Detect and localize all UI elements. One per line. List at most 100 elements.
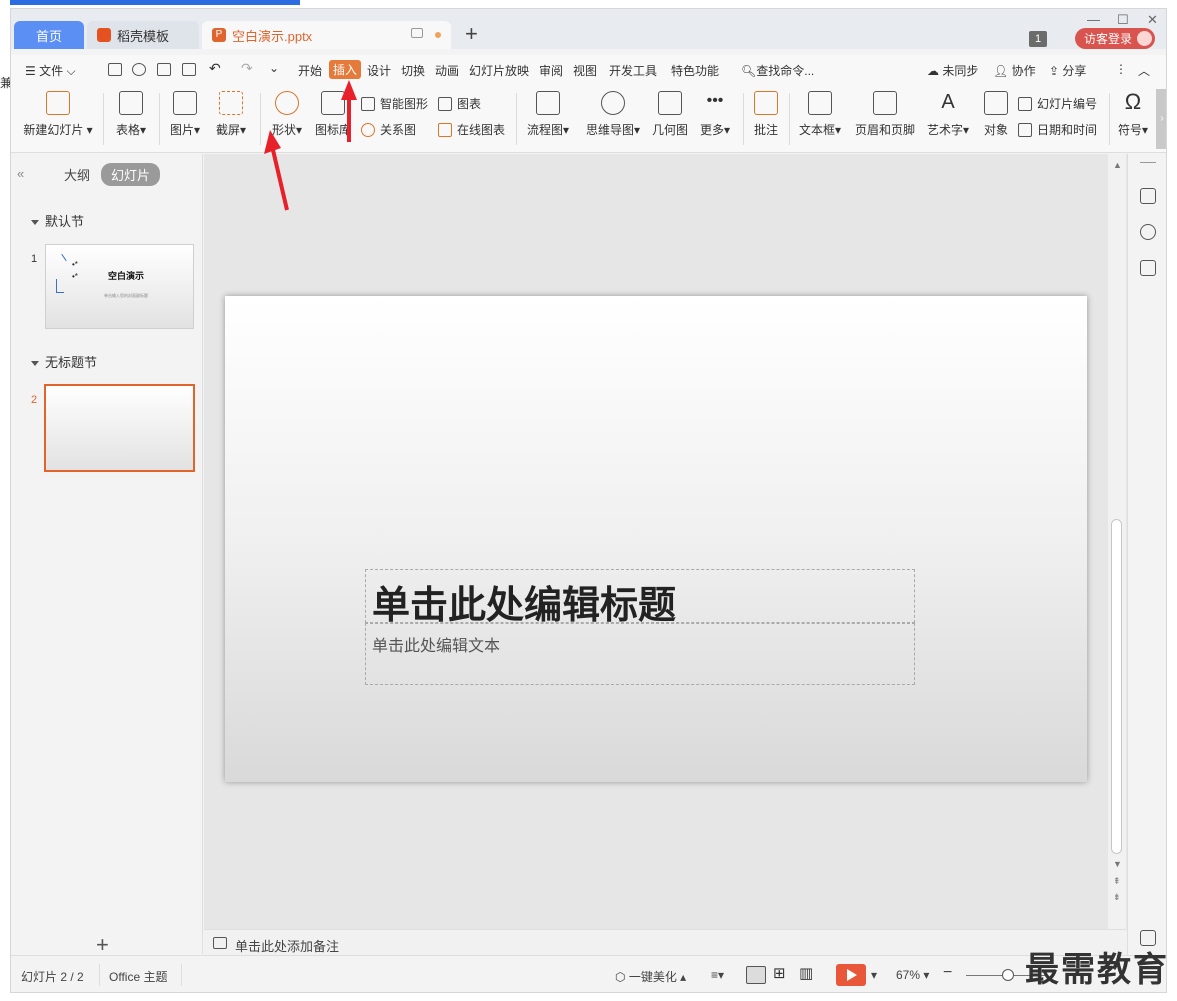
tab-document[interactable]: P 空白演示.pptx bbox=[202, 21, 451, 49]
scroll-down-icon[interactable]: ▼ bbox=[1113, 859, 1122, 869]
visitor-login-button[interactable]: 访客登录 bbox=[1075, 28, 1155, 49]
file-menu[interactable]: ☰ 文件 ⌵ bbox=[25, 62, 76, 79]
beautify-button[interactable]: ⬡ 一键美化 ▴ bbox=[615, 968, 686, 985]
menu-view[interactable]: 视图 bbox=[573, 62, 597, 79]
monitor-icon[interactable] bbox=[411, 28, 423, 38]
more-options-icon[interactable]: ⋮ bbox=[1115, 62, 1127, 76]
previous-slide-icon[interactable]: ⇞ bbox=[1113, 876, 1121, 887]
comment-button[interactable]: 批注 bbox=[751, 91, 781, 138]
picture-button[interactable]: 图片▾ bbox=[167, 91, 203, 138]
slide-thumbnail-2[interactable] bbox=[44, 384, 195, 472]
collapse-ribbon-icon[interactable]: ︿ bbox=[1138, 62, 1150, 79]
menu-review[interactable]: 审阅 bbox=[539, 62, 563, 79]
print-preview-icon[interactable] bbox=[182, 63, 196, 76]
relation-chart-button[interactable]: 关系图 bbox=[361, 121, 416, 138]
more-button[interactable]: ••• 更多▾ bbox=[697, 91, 733, 138]
zoom-slider-knob[interactable] bbox=[1002, 969, 1014, 981]
search-command[interactable]: 🔍︎查找命令... bbox=[741, 62, 814, 79]
scrollbar-thumb[interactable] bbox=[1111, 519, 1122, 854]
mind-map-label: 思维导图 bbox=[585, 123, 634, 137]
save-icon[interactable] bbox=[108, 63, 122, 76]
title-placeholder[interactable]: 单击此处编辑标题 bbox=[365, 569, 915, 627]
collapse-pane-icon[interactable]: « bbox=[17, 166, 24, 181]
menu-transition[interactable]: 切换 bbox=[401, 62, 425, 79]
maximize-icon[interactable]: ☐ bbox=[1117, 12, 1129, 28]
collaborate-button[interactable]: 👤︎ 协作 bbox=[993, 62, 1036, 79]
comment-icon bbox=[754, 91, 778, 115]
tab-slides[interactable]: 幻灯片 bbox=[101, 163, 161, 186]
section-untitled[interactable]: 无标题节 bbox=[31, 352, 97, 371]
theme-name[interactable]: Office 主题 bbox=[109, 968, 167, 985]
screenshot-button[interactable]: 截屏▾ bbox=[211, 91, 251, 138]
magic-star-icon[interactable] bbox=[1140, 224, 1156, 240]
thumb-line-decoration bbox=[61, 253, 67, 262]
notes-bar[interactable]: 单击此处添加备注 bbox=[204, 929, 1127, 955]
menu-animation[interactable]: 动画 bbox=[435, 62, 459, 79]
table-button[interactable]: 表格▾ bbox=[111, 91, 151, 138]
print-icon[interactable] bbox=[157, 63, 171, 76]
slide-sorter-icon[interactable]: ⊞ bbox=[773, 964, 793, 982]
settings-sliders-icon[interactable] bbox=[1140, 188, 1156, 204]
replace-icon[interactable] bbox=[1140, 260, 1156, 276]
smart-graphic-button[interactable]: 智能图形 bbox=[361, 95, 428, 112]
share-button[interactable]: ⇪ 分享 bbox=[1049, 62, 1086, 79]
object-icon bbox=[984, 91, 1008, 115]
menu-features[interactable]: 特色功能 bbox=[671, 62, 719, 79]
collaborate-label: 协作 bbox=[1011, 64, 1036, 78]
menu-start[interactable]: 开始 bbox=[298, 62, 322, 79]
scroll-up-icon[interactable]: ▲ bbox=[1113, 160, 1122, 170]
menu-slideshow[interactable]: 幻灯片放映 bbox=[469, 62, 529, 79]
sync-status[interactable]: ☁ 未同步 bbox=[927, 62, 978, 79]
menu-design[interactable]: 设计 bbox=[367, 62, 391, 79]
geometry-button[interactable]: 几何图 bbox=[651, 91, 689, 138]
play-options-dropdown-icon[interactable]: ▾ bbox=[871, 968, 877, 982]
new-tab-button[interactable]: + bbox=[465, 23, 478, 45]
new-slide-button[interactable]: 新建幻灯片 ▾ bbox=[23, 91, 93, 138]
tab-templates[interactable]: 稻壳模板 bbox=[87, 21, 199, 49]
object-button[interactable]: 对象 bbox=[981, 91, 1011, 138]
ribbon-scroll-right-icon[interactable]: › bbox=[1156, 89, 1166, 149]
menu-insert[interactable]: 插入 bbox=[329, 60, 362, 79]
divider bbox=[260, 93, 261, 145]
subtitle-placeholder[interactable]: 单击此处编辑文本 bbox=[365, 623, 915, 685]
minimize-icon[interactable]: — bbox=[1087, 12, 1100, 27]
slide-canvas[interactable]: 单击此处编辑标题 单击此处编辑文本 bbox=[225, 296, 1087, 782]
slide-number-button[interactable]: 幻灯片编号 bbox=[1018, 95, 1097, 112]
zoom-level[interactable]: 67% ▾ bbox=[896, 968, 929, 982]
watermark-text: 最需教育 bbox=[1025, 950, 1169, 990]
tab-outline[interactable]: 大纲 bbox=[64, 165, 90, 184]
export-icon[interactable] bbox=[132, 63, 146, 76]
vertical-scrollbar[interactable]: ▲ ▼ ⇞ ⇟ bbox=[1108, 154, 1126, 929]
close-icon[interactable]: ✕ bbox=[1147, 12, 1158, 28]
tab-home[interactable]: 首页 bbox=[14, 21, 84, 49]
notes-toggle-icon[interactable]: ≡▾ bbox=[711, 968, 724, 982]
menu-developer[interactable]: 开发工具 bbox=[609, 62, 657, 79]
text-box-button[interactable]: 文本框▾ bbox=[797, 91, 843, 138]
flowchart-button[interactable]: 流程图▾ bbox=[523, 91, 573, 138]
shape-button[interactable]: 形状▾ bbox=[267, 91, 307, 138]
play-slideshow-button[interactable] bbox=[836, 964, 866, 986]
section-default[interactable]: 默认节 bbox=[31, 211, 84, 230]
table-label: 表格 bbox=[115, 123, 140, 137]
slide-thumbnail-1[interactable]: •* •* 空白演示 单击输入您的封面副标题 bbox=[45, 244, 194, 329]
icon-library-button[interactable]: 图标库 bbox=[313, 91, 353, 138]
chart-button[interactable]: 图表 bbox=[438, 95, 481, 112]
zoom-out-icon[interactable]: − bbox=[943, 964, 952, 982]
date-time-button[interactable]: 日期和时间 bbox=[1018, 121, 1097, 138]
redo-icon[interactable]: ↷ bbox=[241, 60, 253, 77]
next-slide-icon[interactable]: ⇟ bbox=[1113, 892, 1121, 903]
chart-label: 图表 bbox=[457, 97, 482, 111]
online-chart-button[interactable]: 在线图表 bbox=[438, 121, 505, 138]
tab-bar: 首页 稻壳模板 P 空白演示.pptx + — ☐ ✕ 1 访客登录 bbox=[11, 9, 1166, 49]
undo-icon[interactable]: ↶ bbox=[209, 60, 221, 77]
normal-view-icon[interactable] bbox=[746, 966, 766, 984]
picture-icon bbox=[173, 91, 197, 115]
word-art-button[interactable]: A 艺术字▾ bbox=[925, 91, 971, 138]
customize-dropdown-icon[interactable]: ⌄ bbox=[269, 61, 279, 75]
omega-icon: Ω bbox=[1124, 89, 1142, 114]
mind-map-button[interactable]: 思维导图▾ bbox=[583, 91, 643, 138]
right-task-sidebar bbox=[1127, 154, 1166, 964]
reading-view-icon[interactable]: ▥ bbox=[799, 964, 819, 982]
header-footer-button[interactable]: 页眉和页脚 bbox=[855, 91, 915, 138]
symbol-button[interactable]: Ω 符号▾ bbox=[1115, 91, 1151, 138]
